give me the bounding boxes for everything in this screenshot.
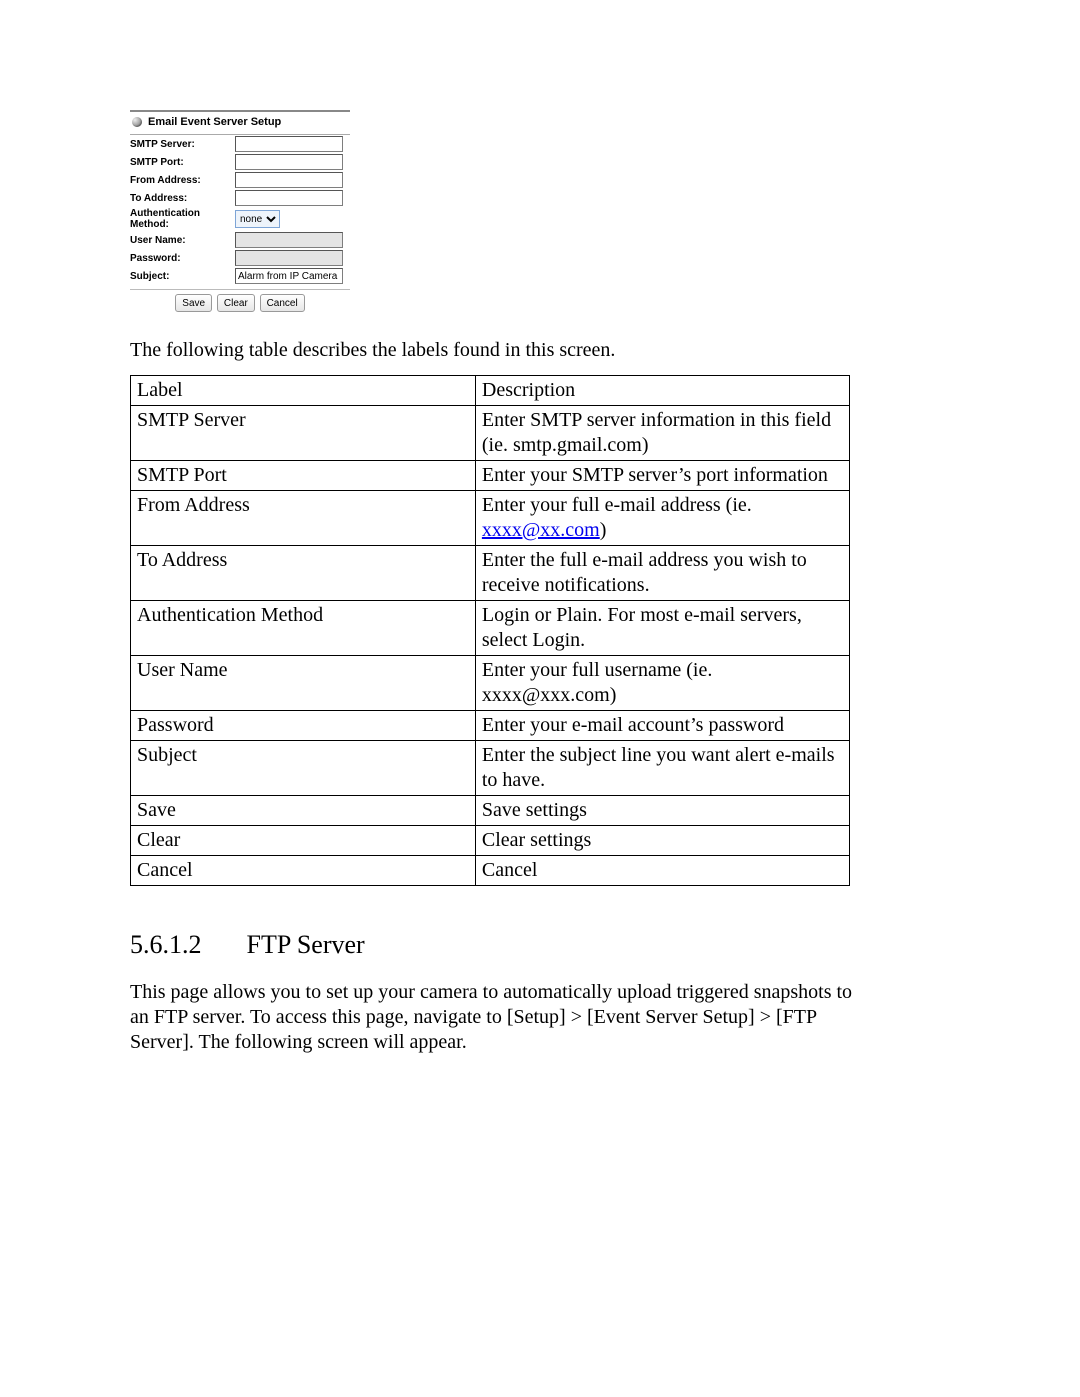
- row-from-address: From Address:: [130, 171, 350, 189]
- bullet-icon: [132, 117, 142, 127]
- table-cell-label: Password: [131, 711, 476, 741]
- table-cell-description: Enter the subject line you want alert e-…: [475, 741, 849, 796]
- label-auth-method: Authentication Method:: [130, 207, 235, 231]
- table-row: SMTP PortEnter your SMTP server’s port i…: [131, 461, 850, 491]
- label-subject: Subject:: [130, 270, 235, 283]
- label-user-name: User Name:: [130, 234, 235, 247]
- table-cell-label: Subject: [131, 741, 476, 796]
- table-cell-label: Cancel: [131, 856, 476, 886]
- table-row: To AddressEnter the full e-mail address …: [131, 546, 850, 601]
- table-row: PasswordEnter your e-mail account’s pass…: [131, 711, 850, 741]
- table-header-label: Label: [131, 376, 476, 406]
- input-subject[interactable]: [235, 268, 343, 284]
- table-header-row: LabelDescription: [131, 376, 850, 406]
- table-row: From AddressEnter your full e-mail addre…: [131, 491, 850, 546]
- table-cell-label: Clear: [131, 826, 476, 856]
- row-to-address: To Address:: [130, 189, 350, 207]
- table-cell-label: SMTP Server: [131, 406, 476, 461]
- section-heading: 5.6.1.2 FTP Server: [130, 930, 950, 960]
- cancel-button[interactable]: Cancel: [260, 294, 305, 312]
- table-cell-label: To Address: [131, 546, 476, 601]
- table-cell-label: From Address: [131, 491, 476, 546]
- table-cell-description: Enter SMTP server information in this fi…: [475, 406, 849, 461]
- intro-text: The following table describes the labels…: [130, 338, 950, 363]
- label-password: Password:: [130, 252, 235, 265]
- row-user-name: User Name:: [130, 231, 350, 249]
- input-from-address[interactable]: [235, 172, 343, 188]
- row-smtp-server: SMTP Server:: [130, 135, 350, 153]
- table-row: SMTP ServerEnter SMTP server information…: [131, 406, 850, 461]
- input-smtp-server[interactable]: [235, 136, 343, 152]
- input-user-name[interactable]: [235, 232, 343, 248]
- input-smtp-port[interactable]: [235, 154, 343, 170]
- row-smtp-port: SMTP Port:: [130, 153, 350, 171]
- label-to-address: To Address:: [130, 192, 235, 205]
- email-event-server-panel: Email Event Server Setup SMTP Server: SM…: [130, 110, 350, 312]
- table-cell-label: SMTP Port: [131, 461, 476, 491]
- label-smtp-server: SMTP Server:: [130, 138, 235, 151]
- labels-description-table: LabelDescriptionSMTP ServerEnter SMTP se…: [130, 375, 850, 886]
- row-subject: Subject:: [130, 267, 350, 285]
- table-row: CancelCancel: [131, 856, 850, 886]
- table-row: Authentication MethodLogin or Plain. For…: [131, 601, 850, 656]
- input-to-address[interactable]: [235, 190, 343, 206]
- table-row: SaveSave settings: [131, 796, 850, 826]
- table-cell-label: Save: [131, 796, 476, 826]
- table-cell-label: Authentication Method: [131, 601, 476, 656]
- panel-buttons: Save Clear Cancel: [130, 289, 350, 312]
- table-row: User NameEnter your full username (ie. x…: [131, 656, 850, 711]
- table-header-description: Description: [475, 376, 849, 406]
- select-auth-method[interactable]: none: [235, 210, 280, 228]
- section-number: 5.6.1.2: [130, 930, 240, 960]
- row-auth-method: Authentication Method: none: [130, 207, 350, 231]
- table-cell-description: Enter your SMTP server’s port informatio…: [475, 461, 849, 491]
- table-cell-description: Enter your full e-mail address (ie. xxxx…: [475, 491, 849, 546]
- input-password[interactable]: [235, 250, 343, 266]
- section-body: This page allows you to set up your came…: [130, 980, 860, 1055]
- panel-title-bar: Email Event Server Setup: [130, 112, 350, 135]
- table-cell-description: Save settings: [475, 796, 849, 826]
- table-cell-description: Clear settings: [475, 826, 849, 856]
- table-cell-description: Cancel: [475, 856, 849, 886]
- table-row: SubjectEnter the subject line you want a…: [131, 741, 850, 796]
- label-from-address: From Address:: [130, 174, 235, 187]
- table-cell-description: Enter your e-mail account’s password: [475, 711, 849, 741]
- table-row: ClearClear settings: [131, 826, 850, 856]
- table-cell-description: Login or Plain. For most e-mail servers,…: [475, 601, 849, 656]
- panel-title-text: Email Event Server Setup: [148, 116, 281, 128]
- row-password: Password:: [130, 249, 350, 267]
- label-smtp-port: SMTP Port:: [130, 156, 235, 169]
- table-cell-description: Enter the full e-mail address you wish t…: [475, 546, 849, 601]
- section-title: FTP Server: [247, 930, 365, 959]
- save-button[interactable]: Save: [175, 294, 212, 312]
- table-cell-description: Enter your full username (ie. xxxx@xxx.c…: [475, 656, 849, 711]
- email-link[interactable]: xxxx@xx.com: [482, 519, 600, 541]
- clear-button[interactable]: Clear: [217, 294, 255, 312]
- table-cell-label: User Name: [131, 656, 476, 711]
